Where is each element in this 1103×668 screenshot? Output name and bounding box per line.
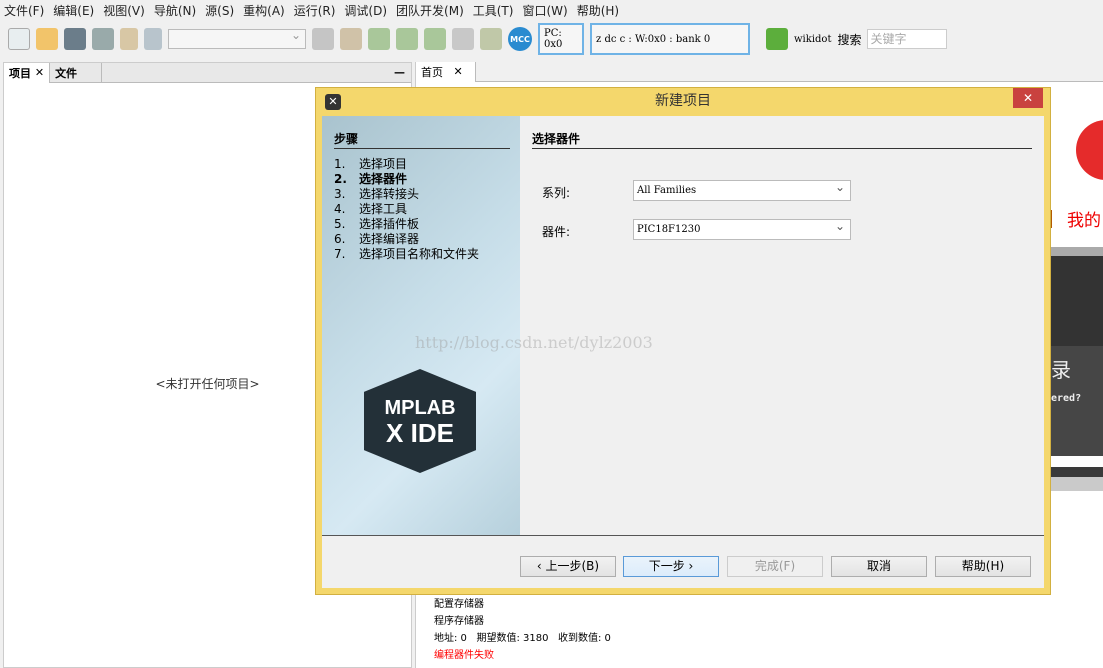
tab-projects[interactable]: 项目 ✕ — [4, 62, 51, 83]
step-item-current: 2. 选择器件 — [334, 172, 408, 186]
output-line: 程序存储器 — [434, 616, 484, 627]
tab-files[interactable]: 文件 — [50, 62, 103, 83]
divider — [1051, 467, 1103, 477]
output-line: 配置存储器 — [434, 599, 484, 610]
minimize-icon[interactable]: — — [394, 66, 405, 79]
close-button[interactable]: ✕ — [1013, 88, 1043, 108]
menu-run[interactable]: 运行(R) — [294, 2, 336, 19]
family-select[interactable]: All Families — [633, 178, 851, 201]
reset-icon[interactable] — [452, 28, 474, 50]
search-input[interactable]: 关键字 — [867, 29, 948, 49]
finish-button[interactable]: 完成(F) — [727, 556, 823, 577]
device-label: 器件: — [542, 225, 571, 239]
open-project-icon[interactable] — [64, 28, 86, 50]
login-box: 录 ered? — [1051, 346, 1103, 456]
close-icon[interactable]: ✕ — [35, 66, 44, 79]
divider — [1051, 247, 1103, 256]
debug-icon[interactable] — [480, 28, 502, 50]
next-button[interactable]: 下一步 › — [623, 556, 719, 577]
step-item: 6. 选择编译器 — [334, 232, 420, 246]
tab-label: 项目 — [9, 66, 31, 80]
steps-title: 步骤 — [334, 130, 510, 149]
menu-help[interactable]: 帮助(H) — [577, 2, 619, 19]
build-icon[interactable] — [312, 28, 334, 50]
menu-source[interactable]: 源(S) — [205, 2, 234, 19]
step-item: 3. 选择转接头 — [334, 187, 420, 201]
close-icon[interactable]: ✕ — [454, 65, 463, 78]
new-file-icon[interactable] — [8, 28, 30, 50]
menu-view[interactable]: 视图(V) — [103, 2, 145, 19]
menu-bar: 文件(F) 编辑(E) 视图(V) 导航(N) 源(S) 重构(A) 运行(R)… — [0, 0, 1103, 21]
banner — [1051, 256, 1103, 346]
family-label: 系列: — [542, 186, 571, 200]
mplab-logo: MPLAB X IDE — [364, 369, 476, 473]
watermark: http://blog.csdn.net/dylz2003 — [415, 333, 653, 352]
save-all-icon[interactable] — [92, 28, 114, 50]
my-text: 我的 — [1067, 211, 1101, 231]
undo-icon[interactable] — [120, 28, 138, 50]
menu-refactor[interactable]: 重构(A) — [243, 2, 285, 19]
menu-tools[interactable]: 工具(T) — [473, 2, 514, 19]
toolbar: MCC PC: 0x0 z dc c : W:0x0 : bank 0 wiki… — [0, 21, 1103, 57]
tab-start-page[interactable]: 首页 ✕ — [416, 61, 476, 82]
microchip-logo — [1076, 120, 1103, 180]
tab-label: 首页 — [421, 65, 443, 79]
search-label: 搜索 — [837, 32, 862, 47]
tab-label: 文件 — [55, 66, 78, 80]
back-button[interactable]: ‹ 上一步(B) — [520, 556, 616, 577]
wikidot-label: wikidot — [794, 33, 832, 45]
device-select[interactable]: PIC18F1230 — [633, 217, 851, 240]
section-title: 选择器件 — [532, 130, 1032, 149]
run-icon[interactable] — [368, 28, 390, 50]
login-text: 录 — [1051, 358, 1071, 382]
menu-navigate[interactable]: 导航(N) — [154, 2, 196, 19]
menu-debug[interactable]: 调试(D) — [344, 2, 387, 19]
pc-display: PC: 0x0 — [538, 23, 584, 55]
divider — [1051, 477, 1103, 491]
cancel-button[interactable]: 取消 — [831, 556, 927, 577]
mcc-icon[interactable]: MCC — [508, 27, 532, 51]
redo-icon[interactable] — [144, 28, 162, 50]
output-error: 编程器件失败 — [434, 650, 494, 661]
read-device-icon[interactable] — [424, 28, 446, 50]
app-icon: ✕ — [325, 94, 341, 110]
step-item: 7. 选择项目名称和文件夹 — [334, 247, 480, 261]
menu-window[interactable]: 窗口(W) — [522, 2, 567, 19]
menu-edit[interactable]: 编辑(E) — [53, 2, 94, 19]
status-display: z dc c : W:0x0 : bank 0 — [590, 23, 750, 55]
menu-team[interactable]: 团队开发(M) — [396, 2, 464, 19]
steps-panel: 步骤 1. 选择项目 2. 选择器件 3. 选择转接头 4. 选择工具 5. 选择插件板 … — [322, 116, 520, 535]
help-button[interactable]: 帮助(H) — [935, 556, 1031, 577]
dialog-title: 新建项目 — [655, 93, 711, 109]
divider — [322, 535, 1044, 536]
cart-icon[interactable] — [766, 28, 788, 50]
menu-file[interactable]: 文件(F) — [4, 2, 44, 19]
step-item: 5. 选择插件板 — [334, 217, 420, 231]
new-project-icon[interactable] — [36, 28, 58, 50]
device-panel: 选择器件 系列: All Families 器件: PIC18F1230 — [520, 116, 1044, 535]
program-device-icon[interactable] — [396, 28, 418, 50]
output-line: 地址: 0 期望数值: 3180 收到数值: 0 — [434, 633, 611, 644]
registered-link[interactable]: ered? — [1051, 393, 1103, 404]
configuration-select[interactable] — [168, 28, 306, 49]
clean-build-icon[interactable] — [340, 28, 362, 50]
step-item: 1. 选择项目 — [334, 157, 408, 171]
step-item: 4. 选择工具 — [334, 202, 408, 216]
